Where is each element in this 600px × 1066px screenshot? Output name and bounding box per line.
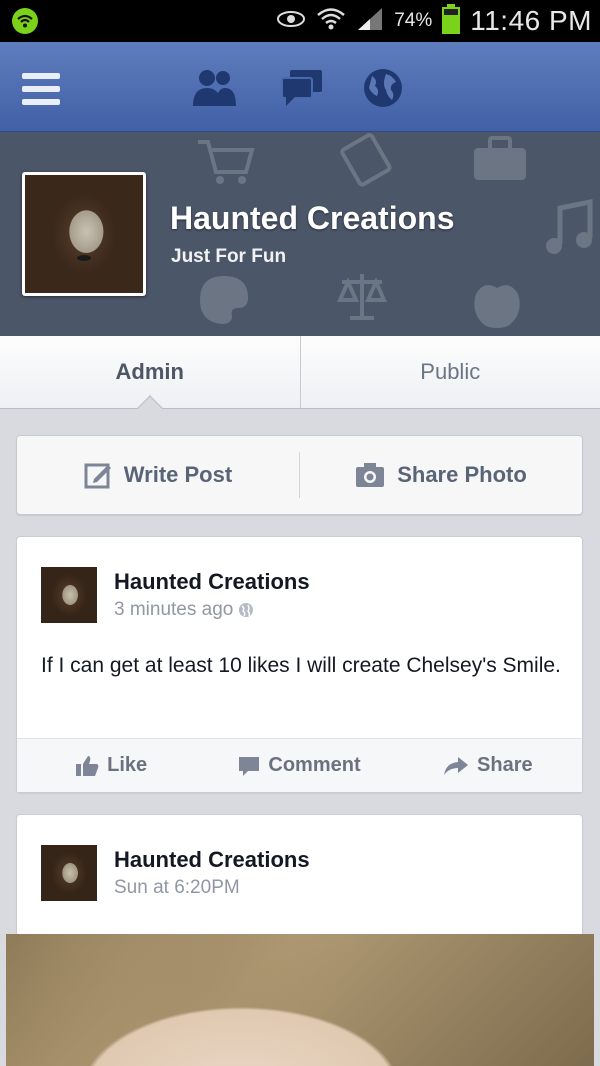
scales-icon — [336, 274, 388, 320]
globe-icon[interactable] — [360, 66, 408, 110]
palette-icon — [200, 276, 248, 324]
battery-percent: 74% — [394, 10, 433, 31]
tab-public[interactable]: Public — [299, 336, 600, 408]
thumbs-up-icon — [76, 755, 99, 776]
post-timestamp: Sun at 6:20PM — [114, 877, 240, 899]
briefcase-icon — [474, 136, 526, 180]
status-bar: 74% 11:46 PM — [0, 0, 600, 42]
post-card: Haunted Creations 3 minutes ago If I can… — [16, 536, 583, 793]
post-photo[interactable] — [6, 934, 594, 1066]
status-time: 11:46 PM — [470, 5, 592, 36]
menu-button[interactable] — [22, 66, 68, 112]
post-author[interactable]: Haunted Creations — [114, 569, 310, 595]
messages-icon[interactable] — [278, 66, 326, 110]
signal-icon — [356, 6, 384, 37]
profile-photo — [25, 175, 143, 293]
comment-label: Comment — [268, 754, 361, 776]
public-globe-icon — [239, 603, 254, 617]
share-photo-button[interactable]: Share Photo — [300, 436, 582, 514]
share-label: Share — [477, 754, 533, 776]
post-time-text: 3 minutes ago — [114, 599, 234, 620]
edit-icon — [84, 463, 111, 489]
wifi-app-icon — [12, 8, 38, 34]
eye-icon — [276, 9, 306, 34]
like-label: Like — [107, 754, 148, 776]
friends-icon[interactable] — [190, 66, 238, 110]
page-name: Haunted Creations — [170, 200, 455, 236]
page-category: Just For Fun — [171, 246, 287, 267]
like-button[interactable]: Like — [17, 754, 205, 777]
music-note-icon — [546, 198, 593, 254]
camera-icon — [356, 463, 385, 487]
admin-public-tabs: Admin Public — [0, 336, 600, 409]
wifi-icon — [316, 6, 346, 37]
comment-button[interactable]: Comment — [205, 754, 393, 777]
share-photo-label: Share Photo — [397, 462, 527, 487]
post-text: If I can get at least 10 likes I will cr… — [41, 654, 561, 677]
post-composer: Write Post Share Photo — [16, 435, 583, 515]
share-arrow-icon — [444, 756, 469, 775]
apple-icon — [474, 285, 520, 328]
avatar[interactable] — [41, 567, 97, 623]
write-post-button[interactable]: Write Post — [17, 436, 299, 514]
post-timestamp: 3 minutes ago — [114, 599, 254, 621]
cart-icon — [198, 140, 255, 184]
comment-icon — [239, 756, 260, 776]
post-author[interactable]: Haunted Creations — [114, 847, 310, 873]
top-nav-bar — [0, 42, 600, 132]
avatar[interactable] — [41, 845, 97, 901]
share-button[interactable]: Share — [394, 754, 582, 777]
page-profile-picture[interactable] — [22, 172, 146, 296]
write-post-label: Write Post — [123, 462, 233, 487]
post-actions: Like Comment Share — [17, 738, 582, 792]
document-icon — [340, 133, 392, 187]
post-time-text: Sun at 6:20PM — [114, 877, 240, 898]
battery-icon — [442, 3, 461, 39]
